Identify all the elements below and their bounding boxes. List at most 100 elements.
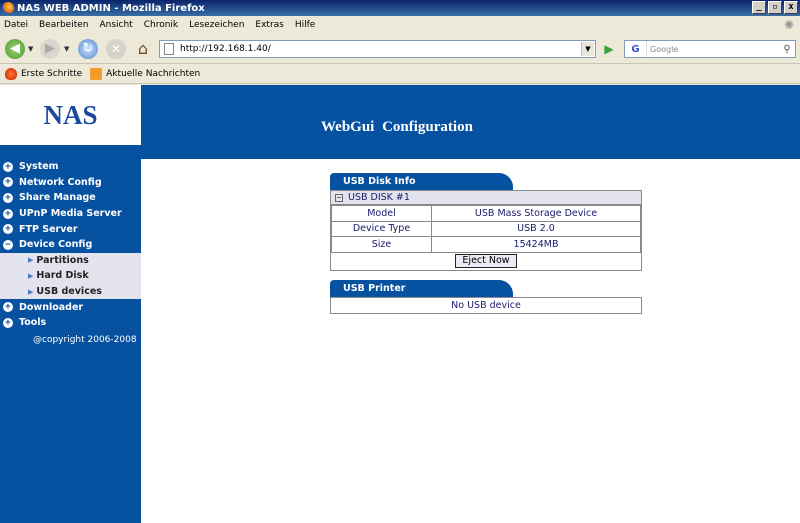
menu-bar: Datei Bearbeiten Ansicht Chronik Lesezei… <box>0 16 800 34</box>
table-row: Size 15424MB <box>331 236 641 253</box>
search-engine-icon[interactable]: G <box>625 41 647 57</box>
sidebar-item-label: FTP Server <box>19 223 78 235</box>
sidebar-subitem-label: Hard Disk <box>36 270 89 282</box>
address-bar[interactable]: http://192.168.1.40/ ▼ <box>159 40 596 58</box>
close-button[interactable]: x <box>784 1 798 14</box>
window-controls: _ ▫ x <box>752 1 798 14</box>
stop-button[interactable]: ✕ <box>106 39 126 59</box>
bookmark-aktuelle-nachrichten[interactable]: Aktuelle Nachrichten <box>90 68 200 80</box>
panel-title: USB Disk Info <box>343 176 416 187</box>
sidebar-subitem-hard-disk[interactable]: ▶ Hard Disk <box>0 268 141 284</box>
expand-icon: + <box>3 177 13 188</box>
sidebar-item-device-config[interactable]: − Device Config <box>0 237 141 253</box>
sidebar-item-share-manage[interactable]: + Share Manage <box>0 190 141 206</box>
menu-extras[interactable]: Extras <box>255 20 283 30</box>
expand-icon: + <box>3 302 13 313</box>
disk-header-label: USB DISK #1 <box>348 192 410 203</box>
menu-ansicht[interactable]: Ansicht <box>99 20 132 30</box>
sidebar-subitem-label: Partitions <box>36 254 89 266</box>
copyright-text: @copyright 2006-2008 <box>33 335 137 345</box>
logo: NAS <box>0 85 141 145</box>
rss-icon <box>90 68 103 80</box>
expand-icon: + <box>3 224 13 235</box>
minimize-button[interactable]: _ <box>752 1 766 14</box>
sidebar-item-system[interactable]: + System <box>0 159 141 175</box>
navigation-toolbar: ◀ ▼ ▶ ▼ ↻ ✕ ⌂ http://192.168.1.40/ ▼ ▶ G… <box>0 34 800 64</box>
expand-icon: + <box>3 317 13 328</box>
table-row: Device Type USB 2.0 <box>331 220 641 237</box>
reload-icon: ↻ <box>78 39 98 59</box>
bookmarks-bar: Erste Schritte Aktuelle Nachrichten <box>0 65 800 84</box>
sidebar-item-label: Downloader <box>19 301 84 313</box>
page-viewport: NAS WebGui Configuration + System + Netw… <box>0 85 800 523</box>
panel-title: USB Printer <box>343 283 406 294</box>
sidebar-item-label: UPnP Media Server <box>19 208 122 220</box>
sidebar-item-ftp-server[interactable]: + FTP Server <box>0 221 141 237</box>
menu-bearbeiten[interactable]: Bearbeiten <box>39 20 88 30</box>
forward-history-dropdown[interactable]: ▼ <box>64 39 69 59</box>
sidebar-item-label: Device Config <box>19 239 93 251</box>
dropdown-arrow-icon: ▼ <box>64 45 70 53</box>
main-content: USB Disk Info − USB DISK #1 Model USB Ma… <box>141 159 800 523</box>
usb-printer-panel: No USB device <box>330 297 642 314</box>
usb-disk-info-panel: − USB DISK #1 Model USB Mass Storage Dev… <box>330 190 642 271</box>
expand-icon: + <box>3 192 13 203</box>
sidebar-item-tools[interactable]: + Tools <box>0 315 141 331</box>
sidebar-item-upnp-media-server[interactable]: + UPnP Media Server <box>0 206 141 222</box>
no-device-message: No USB device <box>451 300 521 311</box>
table-row: Model USB Mass Storage Device <box>331 205 641 222</box>
sidebar-item-label: Tools <box>19 317 47 329</box>
page-header: WebGui Configuration <box>141 85 800 145</box>
row-label: Size <box>331 236 432 253</box>
title-bar: NAS WEB ADMIN - Mozilla Firefox _ ▫ x <box>0 0 800 16</box>
sidebar-subitem-partitions[interactable]: ▶ Partitions <box>0 252 141 269</box>
go-button[interactable]: ▶ <box>600 40 618 58</box>
disk-header[interactable]: − USB DISK #1 <box>331 191 641 205</box>
window-title: NAS WEB ADMIN - Mozilla Firefox <box>17 2 205 14</box>
home-icon: ⌂ <box>137 39 149 58</box>
bookmark-label: Erste Schritte <box>21 69 83 79</box>
home-button[interactable]: ⌂ <box>133 39 153 59</box>
menu-datei[interactable]: Datei <box>4 20 28 30</box>
reload-button[interactable]: ↻ <box>78 39 98 59</box>
address-dropdown-icon[interactable]: ▼ <box>581 42 594 56</box>
arrow-right-icon: ▶ <box>28 256 34 265</box>
row-value: USB 2.0 <box>431 220 641 237</box>
dropdown-arrow-icon: ▼ <box>28 45 34 53</box>
row-value: USB Mass Storage Device <box>431 205 641 222</box>
stop-icon: ✕ <box>106 39 126 59</box>
sidebar-menu: + System + Network Config + Share Manage… <box>0 159 141 331</box>
logo-text: NAS <box>43 99 98 130</box>
usb-disk-info-tab: USB Disk Info <box>330 173 513 190</box>
sidebar-subitem-usb-devices[interactable]: ▶ USB devices <box>0 283 141 300</box>
sidebar-item-downloader[interactable]: + Downloader <box>0 299 141 315</box>
back-button[interactable]: ◀ <box>5 39 25 59</box>
disk-info-table: Model USB Mass Storage Device Device Typ… <box>331 205 641 253</box>
back-history-dropdown[interactable]: ▼ <box>28 39 33 59</box>
throbber-icon: ✺ <box>783 18 794 32</box>
maximize-button[interactable]: ▫ <box>768 1 782 14</box>
expand-icon: + <box>3 208 13 219</box>
eject-now-button[interactable]: Eject Now <box>455 254 517 268</box>
bookmark-icon <box>5 68 17 80</box>
forward-button[interactable]: ▶ <box>40 39 60 59</box>
sidebar-item-label: Network Config <box>19 176 102 188</box>
menu-lesezeichen[interactable]: Lesezeichen <box>189 20 244 30</box>
sidebar: + System + Network Config + Share Manage… <box>0 159 141 523</box>
bookmark-erste-schritte[interactable]: Erste Schritte <box>5 68 82 80</box>
arrow-right-icon: ▶ <box>28 271 34 280</box>
sidebar-item-network-config[interactable]: + Network Config <box>0 175 141 191</box>
sidebar-subitem-label: USB devices <box>36 286 102 298</box>
menu-hilfe[interactable]: Hilfe <box>295 20 315 30</box>
menu-chronik[interactable]: Chronik <box>144 20 178 30</box>
collapse-icon[interactable]: − <box>335 193 343 202</box>
search-box[interactable]: G Google ⚲ <box>624 40 796 58</box>
sidebar-item-label: System <box>19 161 59 173</box>
address-text[interactable]: http://192.168.1.40/ <box>180 44 271 54</box>
arrow-right-icon: ▶ <box>28 287 34 296</box>
header-strip <box>0 145 800 159</box>
search-input[interactable]: Google <box>650 45 779 54</box>
page-title: WebGui Configuration <box>321 119 473 135</box>
expand-icon: + <box>3 161 13 172</box>
search-icon[interactable]: ⚲ <box>779 44 795 55</box>
